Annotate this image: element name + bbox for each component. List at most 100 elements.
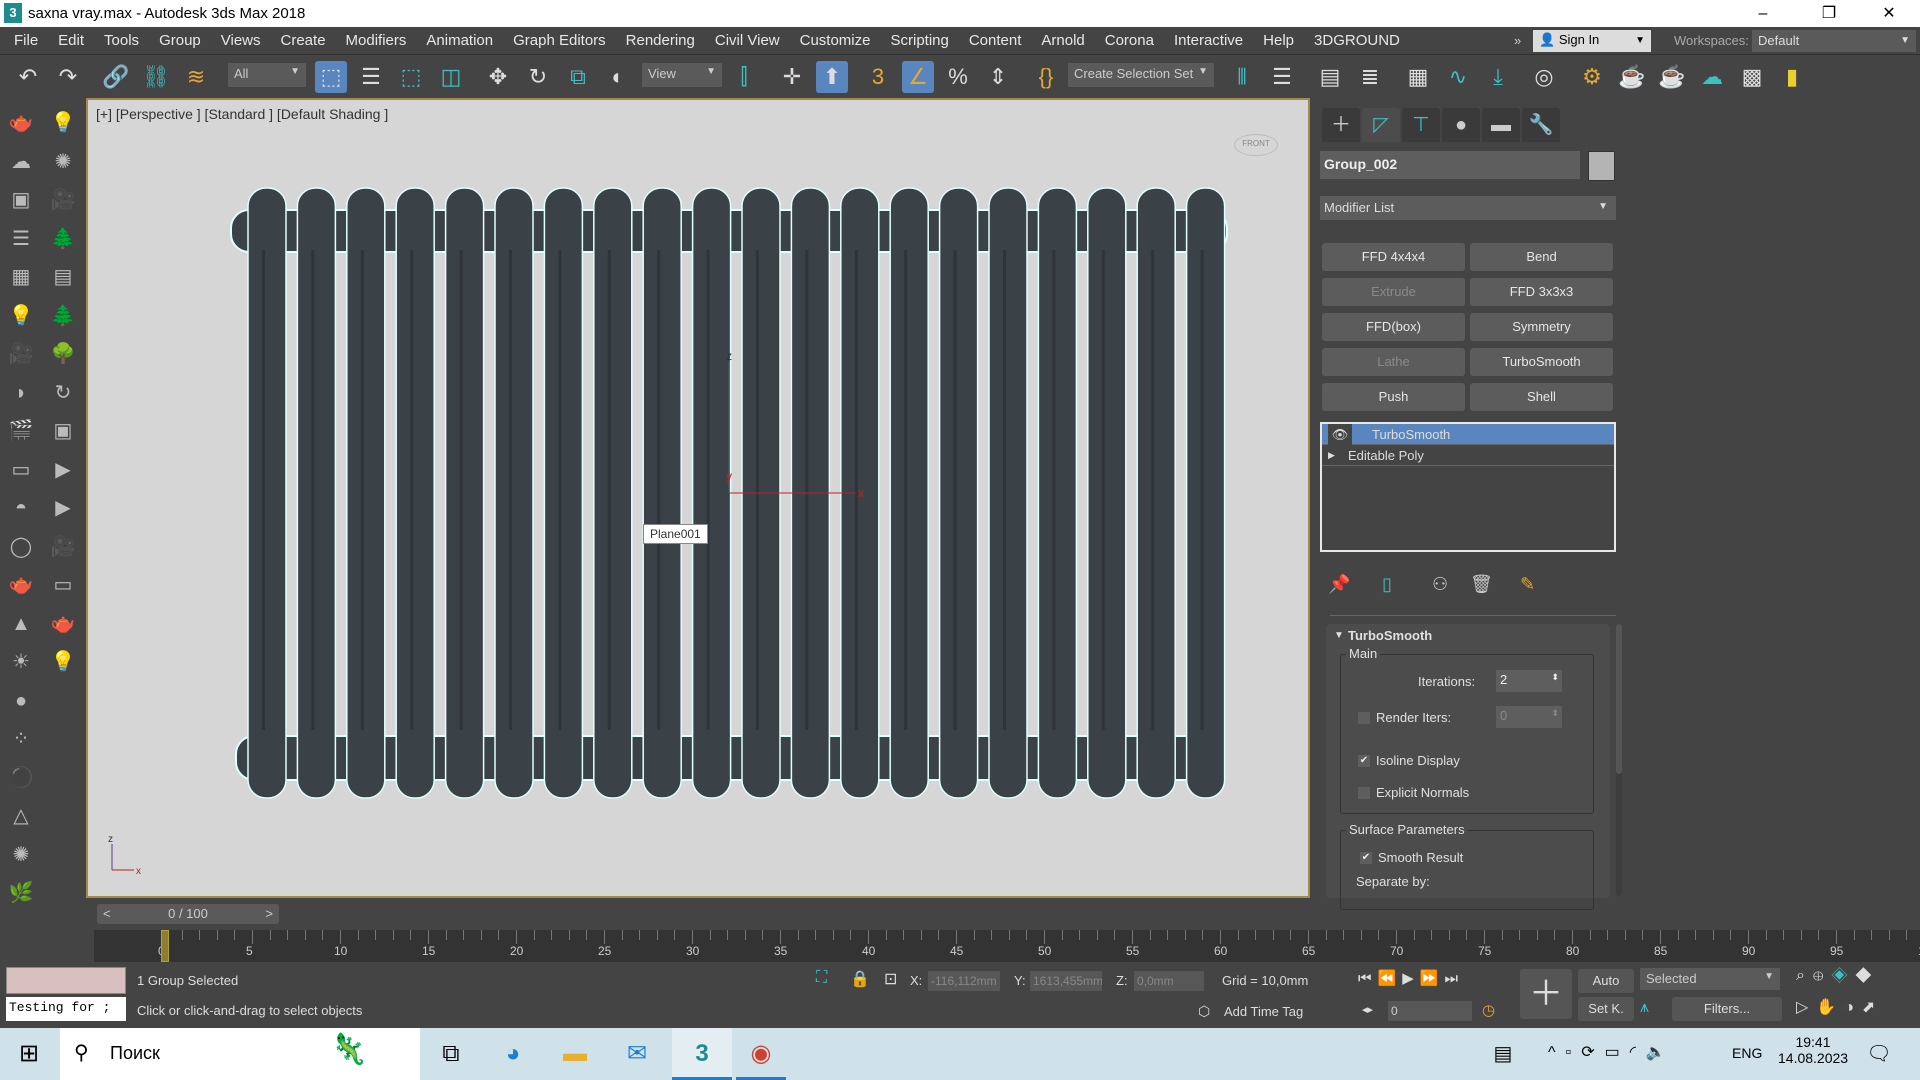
spinner-arrows-icon[interactable]: ⬍ bbox=[1551, 708, 1559, 719]
table-icon[interactable]: ▦ bbox=[6, 262, 36, 292]
set-key-button[interactable]: Set K. bbox=[1578, 997, 1634, 1021]
render-iterative-icon[interactable]: ▩ bbox=[1736, 61, 1768, 93]
align-icon[interactable]: ☰ bbox=[1266, 61, 1298, 93]
radiator-model[interactable] bbox=[88, 100, 1308, 896]
modifier-list-dropdown[interactable]: Modifier List ▼ bbox=[1320, 196, 1616, 220]
dome-light-icon[interactable]: ◓ bbox=[6, 493, 36, 523]
placement-icon[interactable]: ◐ bbox=[602, 61, 634, 93]
stack-item[interactable]: ▶ Editable Poly bbox=[1322, 445, 1614, 466]
select-object-icon[interactable]: ⬚ bbox=[315, 61, 347, 93]
percent-snap-icon[interactable]: % bbox=[942, 61, 974, 93]
go-to-start-icon[interactable]: ⏮ bbox=[1358, 970, 1378, 987]
show-end-result-icon[interactable]: ▯ bbox=[1382, 574, 1392, 595]
camera-add-icon[interactable]: 🎥 bbox=[48, 532, 78, 562]
modifier-button-ffd-box-[interactable]: FFD(box) bbox=[1322, 313, 1465, 341]
curve-editor-icon[interactable]: ∿ bbox=[1442, 61, 1474, 93]
molecule-icon[interactable]: ⚫ bbox=[6, 763, 36, 793]
pivot-center-icon[interactable]: ⫿ bbox=[728, 61, 760, 93]
undo-icon[interactable]: ↶ bbox=[12, 61, 44, 93]
zoom-icon[interactable]: ⌕ bbox=[1796, 967, 1813, 984]
sync-icon[interactable]: ⟳ bbox=[1581, 1044, 1604, 1061]
sunlight-icon[interactable]: ✺ bbox=[48, 147, 78, 177]
smooth-result-checkbox[interactable]: ✔ bbox=[1360, 852, 1372, 864]
next-frame-icon[interactable]: ⏩ bbox=[1420, 970, 1445, 987]
time-cursor[interactable] bbox=[161, 930, 169, 962]
z-coordinate-field[interactable]: 0,0mm bbox=[1134, 971, 1204, 991]
chrome-icon[interactable]: ◉ bbox=[736, 1028, 786, 1080]
unlink-icon[interactable]: ⛓ bbox=[140, 61, 172, 93]
render-production-icon[interactable]: ☕ bbox=[1656, 61, 1688, 93]
menu-modifiers[interactable]: Modifiers bbox=[336, 27, 417, 55]
3dsmax-taskbar-icon[interactable]: 3 bbox=[672, 1028, 732, 1080]
key-filter-dropdown[interactable]: Selected ▼ bbox=[1640, 968, 1780, 990]
menu-views[interactable]: Views bbox=[211, 27, 271, 55]
notifications-icon[interactable]: 🗨 bbox=[1854, 1036, 1904, 1072]
next-frame-button[interactable]: > bbox=[265, 904, 273, 924]
time-configuration-icon[interactable]: ◷ bbox=[1482, 1001, 1495, 1019]
redo-icon[interactable]: ↷ bbox=[52, 61, 84, 93]
a360-gallery-icon[interactable]: ▮ bbox=[1776, 61, 1808, 93]
track-bar[interactable]: 0510152025303540455055606570758085909510… bbox=[94, 930, 1920, 962]
tab-utilities[interactable]: 🔧 bbox=[1522, 108, 1560, 142]
current-frame-field[interactable]: 0 bbox=[1388, 1001, 1472, 1021]
zoom-extents-all-icon[interactable]: ◆ bbox=[1855, 967, 1879, 984]
modifier-button-ffd-4x4x4[interactable]: FFD 4x4x4 bbox=[1322, 243, 1465, 271]
scale-icon[interactable]: ⧉ bbox=[562, 61, 594, 93]
particle-icon[interactable]: ⁘ bbox=[6, 724, 36, 754]
grass-icon[interactable]: 🌿 bbox=[6, 878, 36, 908]
modifier-button-symmetry[interactable]: Symmetry bbox=[1470, 313, 1613, 341]
tab-create[interactable]: ＋ bbox=[1322, 108, 1360, 142]
keyboard-shortcut-override-icon[interactable]: ⬆ bbox=[816, 61, 848, 93]
close-button[interactable]: ✕ bbox=[1866, 0, 1912, 27]
sun-icon[interactable]: ☀ bbox=[6, 647, 36, 677]
play-frame-icon[interactable]: ▶ bbox=[48, 455, 78, 485]
play-panel-icon[interactable]: ▶ bbox=[48, 493, 78, 523]
play-icon[interactable]: ▶ bbox=[1402, 970, 1420, 987]
menu-civil-view[interactable]: Civil View bbox=[705, 27, 790, 55]
rendered-frame-window-icon[interactable]: ☕ bbox=[1616, 61, 1648, 93]
mail-icon[interactable]: ✉ bbox=[612, 1036, 662, 1072]
go-to-end-icon[interactable]: ⏭ bbox=[1444, 970, 1464, 987]
layers-icon[interactable]: ▣ bbox=[48, 416, 78, 446]
menu-graph-editors[interactable]: Graph Editors bbox=[503, 27, 616, 55]
camera-teal-icon[interactable]: 🎥 bbox=[48, 185, 78, 215]
zoom-extents-icon[interactable]: ◈ bbox=[1831, 967, 1855, 984]
bulb-outline-icon[interactable]: 💡 bbox=[48, 647, 78, 677]
tab-display[interactable]: ▬ bbox=[1482, 108, 1520, 142]
task-view-icon[interactable]: ⧉ bbox=[426, 1036, 476, 1072]
area-light-icon[interactable]: ▭ bbox=[6, 455, 36, 485]
modifier-stack[interactable]: 👁 TurboSmooth ▶ Editable Poly bbox=[1320, 422, 1616, 552]
language-indicator[interactable]: ENG bbox=[1732, 1045, 1762, 1061]
menu-rendering[interactable]: Rendering bbox=[616, 27, 705, 55]
auto-key-button[interactable]: Auto bbox=[1578, 969, 1634, 993]
object-name-field[interactable]: Group_002 bbox=[1320, 151, 1580, 179]
object-color-swatch[interactable] bbox=[1588, 151, 1615, 181]
disc-light-icon[interactable]: ● bbox=[6, 686, 36, 716]
y-coordinate-field[interactable]: 1613,455mm bbox=[1030, 971, 1102, 991]
filters-button[interactable]: Filters... bbox=[1672, 997, 1782, 1021]
select-by-name-icon[interactable]: ☰ bbox=[355, 61, 387, 93]
remove-modifier-icon[interactable]: 🗑 bbox=[1470, 574, 1493, 595]
x-coordinate-field[interactable]: -116,112mm bbox=[928, 971, 1000, 991]
panel-scrollbar[interactable] bbox=[1616, 624, 1622, 896]
menu-scripting[interactable]: Scripting bbox=[880, 27, 958, 55]
cloud-icon[interactable]: ☁ bbox=[6, 147, 36, 177]
render-window-icon[interactable]: ▣ bbox=[6, 185, 36, 215]
modifier-button-turbosmooth[interactable]: TurboSmooth bbox=[1470, 348, 1613, 376]
add-time-tag[interactable]: Add Time Tag bbox=[1224, 1004, 1303, 1019]
configure-modifier-sets-icon[interactable]: ✎ bbox=[1520, 574, 1535, 595]
previous-frame-icon[interactable]: ⏪ bbox=[1378, 970, 1403, 987]
camera-target-icon[interactable]: ◗ bbox=[6, 378, 36, 408]
named-selection-dropdown[interactable]: Create Selection Set ▼ bbox=[1068, 63, 1214, 87]
cone-icon[interactable]: ▲ bbox=[6, 609, 36, 639]
modifier-button-ffd-3x3x3[interactable]: FFD 3x3x3 bbox=[1470, 278, 1613, 306]
cloud-particle-icon[interactable]: ✺ bbox=[6, 840, 36, 870]
menu-arnold[interactable]: Arnold bbox=[1031, 27, 1094, 55]
layer-explorer-icon[interactable]: ≣ bbox=[1354, 61, 1386, 93]
modifier-button-extrude[interactable]: Extrude bbox=[1322, 278, 1465, 306]
teapot-wire-icon[interactable]: 🫖 bbox=[6, 570, 36, 600]
key-mode-icon[interactable]: ◂▸ bbox=[1362, 1003, 1373, 1016]
clock[interactable]: 19:41 14.08.2023 bbox=[1778, 1034, 1848, 1066]
sign-in-dropdown[interactable]: 👤 Sign In ▼ bbox=[1533, 30, 1651, 52]
wifi-icon[interactable]: ◜ bbox=[1630, 1044, 1646, 1061]
